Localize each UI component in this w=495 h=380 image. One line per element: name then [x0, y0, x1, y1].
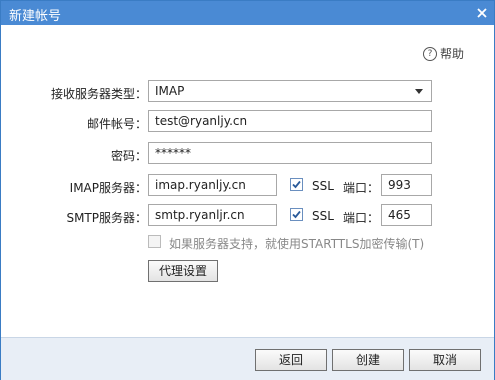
smtp-port-label: 端口： — [343, 211, 380, 225]
account-value: test@ryanljy.cn — [155, 114, 248, 128]
imap-ssl-label: SSL — [312, 179, 334, 193]
close-icon — [477, 8, 487, 18]
password-value: ****** — [155, 146, 191, 160]
proxy-settings-button[interactable]: 代理设置 — [148, 260, 218, 282]
close-button[interactable] — [472, 3, 492, 23]
help-label: 帮助 — [440, 47, 465, 61]
smtp-port-value: 465 — [388, 208, 411, 222]
password-label: 密码： — [110, 149, 147, 163]
starttls-label: 如果服务器支持，就使用STARTTLS加密传输(T) — [169, 237, 425, 251]
create-button[interactable]: 创建 — [332, 349, 404, 371]
new-account-dialog: 新建帐号 ? 帮助 接收服务器类型： IMAP 邮件帐号： test@ryanl… — [0, 0, 495, 380]
checkmark-icon — [292, 210, 301, 219]
smtp-ssl-label: SSL — [312, 209, 334, 223]
title-bar: 新建帐号 — [1, 1, 494, 25]
smtp-server-label: SMTP服务器： — [66, 211, 147, 225]
help-circle-icon: ? — [423, 46, 437, 61]
smtp-port-input[interactable]: 465 — [381, 204, 432, 226]
dialog-title: 新建帐号 — [9, 9, 62, 24]
checkmark-icon — [292, 180, 301, 189]
imap-server-value: imap.ryanljy.cn — [155, 178, 246, 192]
imap-port-label: 端口： — [343, 181, 380, 195]
account-input[interactable]: test@ryanljy.cn — [148, 110, 432, 132]
dialog-footer: 返回 创建 取消 — [1, 337, 494, 380]
smtp-server-value: smtp.ryanljr.cn — [155, 208, 245, 222]
cancel-button[interactable]: 取消 — [409, 349, 481, 371]
chevron-down-icon — [415, 89, 423, 94]
imap-ssl-checkbox[interactable] — [290, 178, 303, 191]
server-type-label: 接收服务器类型： — [50, 87, 147, 101]
password-input[interactable]: ****** — [148, 142, 432, 164]
account-label: 邮件帐号： — [86, 117, 147, 131]
starttls-checkbox[interactable] — [148, 235, 161, 248]
imap-server-label: IMAP服务器： — [69, 181, 147, 195]
smtp-ssl-checkbox[interactable] — [290, 208, 303, 221]
server-type-value: IMAP — [155, 84, 185, 98]
imap-port-input[interactable]: 993 — [381, 174, 432, 196]
imap-port-value: 993 — [388, 178, 411, 192]
smtp-server-input[interactable]: smtp.ryanljr.cn — [148, 204, 277, 226]
server-type-select[interactable]: IMAP — [148, 80, 432, 102]
imap-server-input[interactable]: imap.ryanljy.cn — [148, 174, 277, 196]
back-button[interactable]: 返回 — [255, 349, 327, 371]
help-link[interactable]: ? 帮助 — [423, 45, 464, 62]
